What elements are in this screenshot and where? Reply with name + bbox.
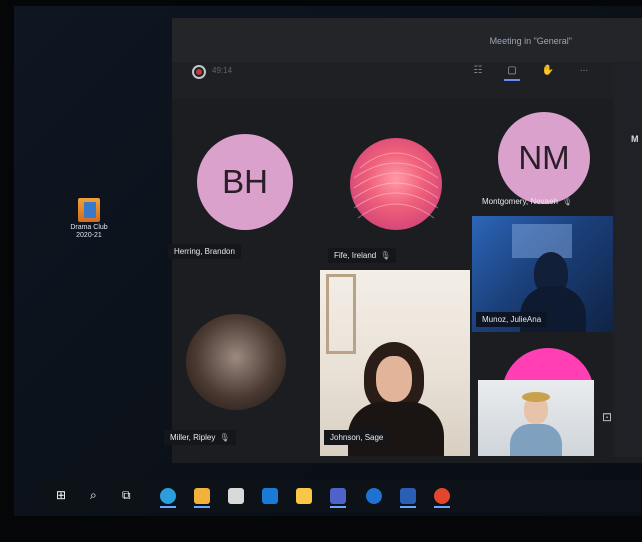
desktop-icon-label-1: Drama Club (70, 224, 108, 231)
nameplate-herring-brandon: Herring, Brandon (168, 244, 241, 259)
powerpoint-icon[interactable] (434, 488, 450, 508)
participant-name: Herring, Brandon (174, 247, 235, 256)
windows-start-icon[interactable]: ⊞ (56, 488, 72, 504)
desktop-icon-label-2: 2020-21 (76, 232, 102, 239)
person-face (376, 356, 412, 402)
meeting-toolbar: 49:14 ☷ ▢ ✋ ... (172, 62, 642, 98)
more-options-icon[interactable]: ... (576, 63, 592, 77)
task-view-icon[interactable]: ⧉ (122, 488, 138, 504)
title-bar: Meeting in "General" (172, 18, 642, 62)
teams-meeting-window: Meeting in "General" 49:14 ☷ ▢ ✋ ... BH … (164, 18, 642, 463)
self-view-video[interactable] (478, 380, 594, 456)
mic-off-icon: 🎙︎ (561, 197, 573, 206)
person-hair (522, 392, 550, 402)
participant-name: Fife, Ireland (334, 251, 377, 260)
participant-name: Johnson, Sage (330, 433, 384, 442)
side-panel-letter: M (631, 134, 639, 144)
nameplate-miller-ripley: Miller, Ripley 🎙︎ (164, 430, 236, 445)
outlook-icon[interactable] (262, 488, 278, 504)
folder-icon (78, 198, 100, 222)
mic-off-icon: 🎙︎ (219, 433, 230, 442)
person-shirt (510, 424, 562, 456)
recording-icon (192, 65, 206, 79)
raise-hand-icon[interactable]: ✋ (540, 65, 556, 79)
participants-icon[interactable]: ☷ (470, 65, 486, 79)
nameplate-montgomery-nevaeh: Montgomery, Nevaeh 🎙︎ (476, 194, 578, 209)
participant-name: Montgomery, Nevaeh (482, 197, 558, 206)
word-icon[interactable] (400, 488, 416, 508)
nameplate-munoz-julieana: Munoz, JulieAna (476, 312, 548, 327)
avatar-pattern (353, 152, 439, 219)
windows-taskbar: ⊞ ⌕ ⧉ (40, 480, 640, 512)
avatar-montgomery-nevaeh: NM (498, 112, 590, 204)
participant-name: Munoz, JulieAna (482, 315, 542, 324)
window-light (512, 224, 572, 258)
meeting-title: Meeting in "General" (489, 36, 572, 46)
edge-icon[interactable] (160, 488, 176, 508)
onedrive-icon[interactable] (366, 488, 382, 504)
avatar-fife-ireland (350, 138, 442, 230)
desktop-icon-drama-club[interactable]: Drama Club 2020-21 (62, 198, 116, 240)
person-shoulders (348, 402, 444, 456)
nameplate-johnson-sage: Johnson, Sage (324, 430, 390, 445)
meeting-timer: 49:14 (212, 66, 233, 75)
mic-off-icon: 🎙︎ (380, 251, 391, 260)
sticky-notes-icon[interactable] (296, 488, 312, 504)
avatar-miller-ripley (186, 314, 286, 410)
teams-icon[interactable] (330, 488, 346, 508)
participant-name: Miller, Ripley (170, 433, 216, 442)
avatar-herring-brandon: BH (197, 134, 293, 230)
nameplate-fife-ireland: Fife, Ireland 🎙︎ (328, 248, 397, 263)
search-icon[interactable]: ⌕ (90, 488, 106, 504)
picture-frame (326, 274, 356, 354)
camera-icon[interactable]: ⊡ (602, 410, 612, 424)
side-panel: M (613, 62, 642, 457)
chat-icon[interactable]: ▢ (504, 65, 520, 81)
store-icon[interactable] (228, 488, 244, 504)
file-explorer-icon[interactable] (194, 488, 210, 508)
video-tile-johnson-sage[interactable] (320, 270, 470, 456)
